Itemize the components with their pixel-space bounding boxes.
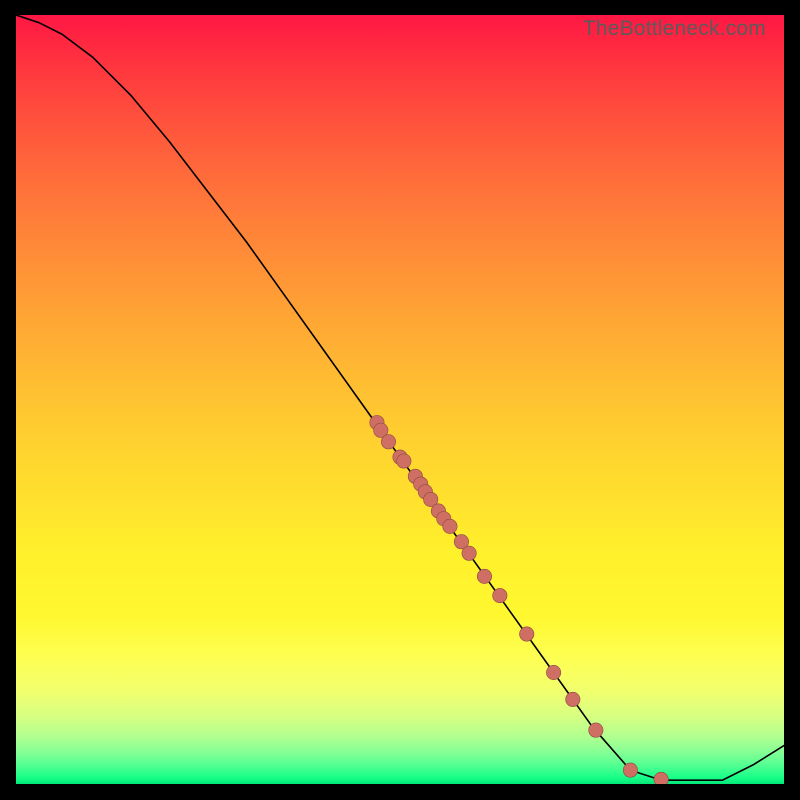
sample-point (623, 763, 637, 777)
chart-frame: TheBottleneck.com (0, 0, 800, 800)
plot-area: TheBottleneck.com (16, 15, 784, 784)
sample-point (546, 665, 560, 679)
sample-point (520, 627, 534, 641)
sample-point (589, 723, 603, 737)
sample-point (381, 435, 395, 449)
sample-points-group (370, 415, 669, 784)
sample-point (493, 588, 507, 602)
bottleneck-curve (16, 15, 784, 780)
sample-point (654, 772, 668, 784)
sample-point (397, 454, 411, 468)
sample-point (566, 692, 580, 706)
sample-point (462, 546, 476, 560)
sample-point (477, 569, 491, 583)
sample-point (443, 519, 457, 533)
chart-overlay (16, 15, 784, 784)
